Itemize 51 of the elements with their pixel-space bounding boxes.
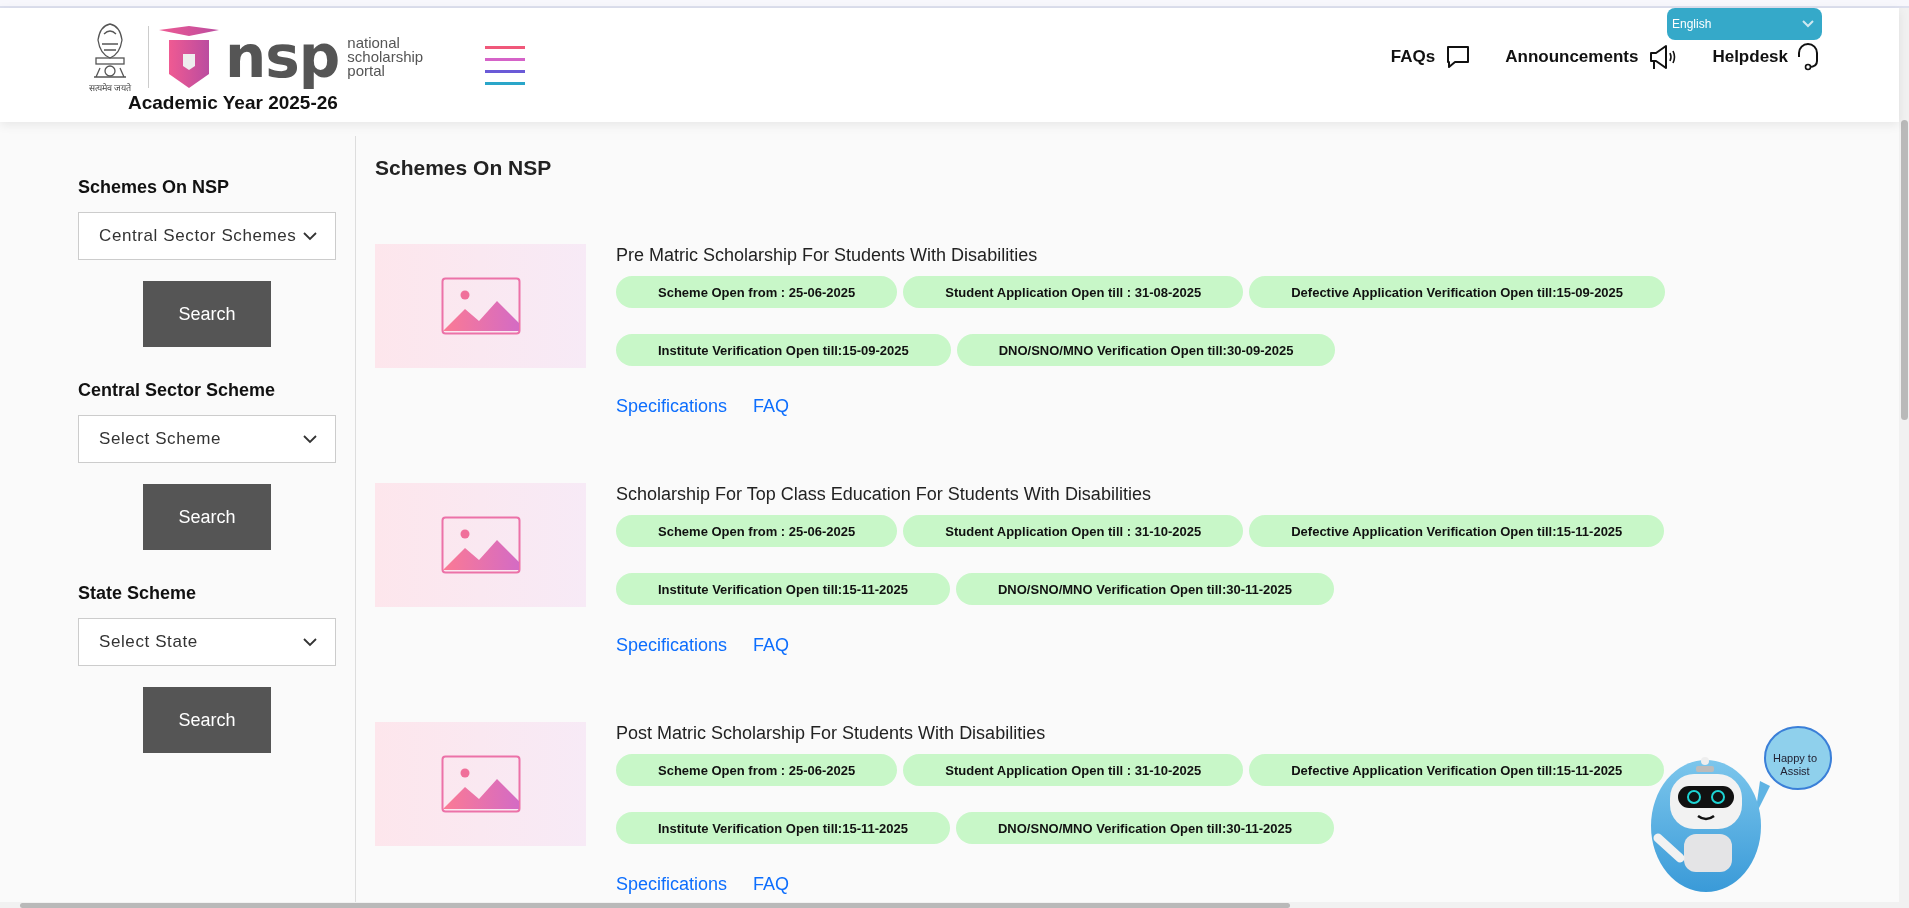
academic-year: Academic Year 2025-26 [128,92,339,114]
image-placeholder-icon [440,516,521,574]
date-badge: Student Application Open till : 31-10-2025 [903,515,1244,547]
scheme-link[interactable]: FAQ [753,635,790,656]
section-heading: Schemes On NSP [78,176,231,198]
chevron-down-icon [303,231,317,241]
shield-logo-icon [159,26,219,88]
select-field[interactable]: Central Sector Schemes [78,212,336,260]
date-badge: Scheme Open from : 25-06-2025 [616,515,898,547]
scheme-link[interactable]: Specifications [616,635,728,656]
date-badge: Student Application Open till : 31-08-2025 [903,276,1244,308]
date-badge: Defective Application Verification Open till:15-09-2025 [1249,276,1666,308]
chevron-down-icon [1802,20,1814,28]
emblem-motto: सत्यमेव जयते [88,82,132,94]
headset-icon [1798,43,1819,71]
date-badge: Scheme Open from : 25-06-2025 [616,276,898,308]
scheme-link[interactable]: FAQ [753,396,790,417]
date-badge: Defective Application Verification Open till:15-11-2025 [1249,754,1665,786]
scheme-link[interactable]: Specifications [616,396,728,417]
scheme-link[interactable]: Specifications [616,874,728,895]
chat-icon [1445,44,1472,70]
date-badge: DNO/SNO/MNO Verification Open till:30-09-2025 [956,334,1336,366]
scheme-title: Post Matric Scholarship For Students With Disabilities [616,722,1047,744]
scheme-link[interactable]: FAQ [753,874,790,895]
image-placeholder-icon [440,755,521,813]
page-heading: Schemes On NSP [375,155,553,181]
chevron-down-icon [303,434,317,444]
section-heading: Central Sector Scheme [78,379,277,401]
search-button[interactable]: Search [143,281,271,347]
date-badge: Scheme Open from : 25-06-2025 [616,754,898,786]
select-field[interactable]: Select State [78,618,336,666]
logo-tagline: national scholarship portal [347,35,424,79]
search-button[interactable]: Search [143,687,271,753]
image-placeholder-icon [440,277,521,335]
nav-link[interactable]: Helpdesk [1712,42,1819,72]
select-field[interactable]: Select Scheme [78,415,336,463]
search-button[interactable]: Search [143,484,271,550]
scheme-title: Pre Matric Scholarship For Students With Disabilities [616,244,1039,266]
date-badge: Institute Verification Open till:15-11-2025 [616,573,950,605]
date-badge: Defective Application Verification Open till:15-11-2025 [1249,515,1665,547]
scheme-title: Scholarship For Top Class Education For Students With Disabilities [616,483,1152,505]
date-badge: Institute Verification Open till:15-11-2025 [616,812,950,844]
date-badge: DNO/SNO/MNO Verification Open till:30-11-2025 [955,573,1334,605]
date-badge: Institute Verification Open till:15-09-2025 [616,334,951,366]
nav-link[interactable]: Announcements [1505,42,1679,72]
date-badge: DNO/SNO/MNO Verification Open till:30-11-2025 [955,812,1334,844]
date-badge: Student Application Open till : 31-10-2025 [903,754,1244,786]
chevron-down-icon [303,637,317,647]
section-heading: State Scheme [78,582,198,604]
chatbot-bubble-text: Happy to Assist [1772,752,1818,778]
nav-link[interactable]: FAQs [1390,42,1472,72]
